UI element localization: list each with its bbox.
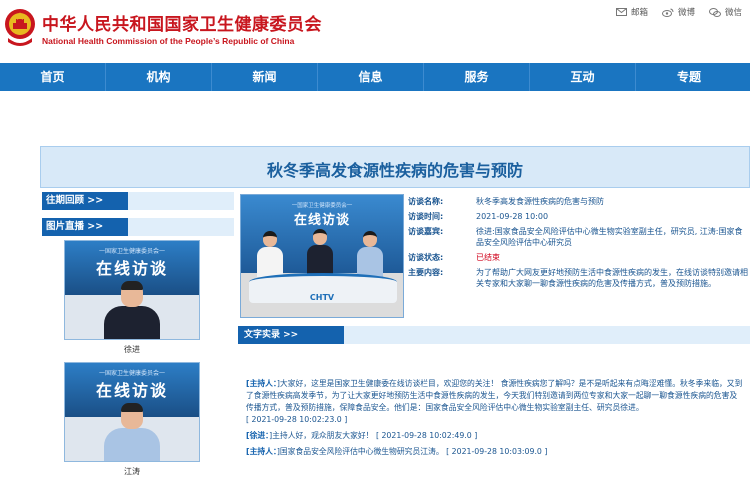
transcript-tab[interactable]: 文字实录 >>: [238, 326, 344, 344]
info-label: 访谈名称:: [408, 197, 444, 206]
info-row-time: 访谈时间: 2021-09-28 10:00: [408, 211, 748, 222]
entry-text: ]国家食品安全风险评估中心微生物研究员江涛。: [276, 447, 444, 456]
info-label: 访谈嘉宾:: [408, 227, 444, 236]
weibo-icon: [661, 8, 674, 17]
weibo-link[interactable]: 微博: [661, 6, 695, 18]
top-links: 邮箱 微博 微信: [615, 6, 742, 18]
info-value: 徐进:国家食品安全风险评估中心微生物实验室副主任，研究员, 江涛:国家食品安全风…: [476, 227, 743, 247]
speaker-label: [主持人：: [246, 447, 277, 456]
mail-link[interactable]: 邮箱: [615, 6, 648, 18]
entry-text: ]大家好，这里是国家卫生健康委在线访谈栏目，欢迎您的关注！ 食源性疾病您了解吗？…: [246, 379, 743, 412]
info-value: 为了帮助广大网友更好地预防生活中食源性疾病的发生，在线访谈特别邀请相关专家和大家…: [476, 268, 748, 288]
mail-icon: [615, 8, 627, 16]
transcript-content: [主持人：]大家好，这里是国家卫生健康委在线访谈栏目，欢迎您的关注！ 食源性疾病…: [238, 346, 750, 482]
nav-organization[interactable]: 机构: [106, 63, 212, 91]
wechat-icon: [708, 7, 721, 17]
info-row-status: 访谈状态: 已结束: [408, 252, 748, 263]
entry-time: [ 2021-09-28 10:02:49.0 ]: [375, 431, 478, 440]
site-header: 中华人民共和国国家卫生健康委员会 National Health Commiss…: [0, 0, 750, 62]
transcript-entry: [徐进：]主持人好，观众朋友大家好！ [ 2021-09-28 10:02:49…: [246, 430, 744, 442]
past-review-bar: [128, 192, 234, 210]
transcript-entry: [主持人：]大家好，这里是国家卫生健康委在线访谈栏目，欢迎您的关注！ 食源性疾病…: [246, 378, 744, 426]
photo-2-big-text: 在线访谈: [95, 381, 168, 400]
interview-video-still[interactable]: 一国家卫生健康委员会一 在线访谈 CHTV: [240, 194, 404, 318]
entry-time: [ 2021-09-28 10:03:09.0 ]: [446, 447, 548, 456]
info-row-content: 主要内容: 为了帮助广大网友更好地预防生活中食源性疾病的发生，在线访谈特别邀请相…: [408, 267, 748, 289]
wechat-link[interactable]: 微信: [708, 6, 742, 18]
interview-title: 秋冬季高发食源性疾病的危害与预防: [266, 161, 523, 180]
photo-1-big-text: 在线访谈: [95, 259, 168, 278]
guest-photo-1[interactable]: 一国家卫生健康委员会一 在线访谈: [64, 240, 200, 340]
info-label: 访谈时间:: [408, 212, 444, 221]
site-title-en: National Health Commission of the People…: [42, 36, 295, 46]
past-review-tab[interactable]: 往期回顾 >>: [42, 192, 128, 210]
photo-2-caption: 江涛: [124, 467, 140, 476]
site-title[interactable]: 中华人民共和国国家卫生健康委员会: [42, 10, 322, 35]
desk-logo: CHTV: [309, 293, 335, 302]
speaker-label: [徐进：: [246, 431, 270, 440]
wechat-label: 微信: [724, 8, 742, 18]
photo-live-bar: [128, 218, 234, 236]
nav-info[interactable]: 信息: [318, 63, 424, 91]
guest-figure: [104, 281, 160, 339]
mail-label: 邮箱: [630, 8, 648, 18]
interview-banner: 秋冬季高发食源性疾病的危害与预防: [40, 146, 750, 188]
nav-interaction[interactable]: 互动: [530, 63, 636, 91]
nav-home[interactable]: 首页: [0, 63, 106, 91]
info-row-guests: 访谈嘉宾: 徐进:国家食品安全风险评估中心微生物实验室副主任，研究员, 江涛:国…: [408, 226, 748, 248]
status-badge: 已结束: [476, 253, 500, 262]
video-big-text: 在线访谈: [293, 213, 350, 228]
main-nav: 首页 机构 新闻 信息 服务 互动 专题: [0, 63, 750, 91]
photo-2-top-text: 一国家卫生健康委员会一: [98, 370, 165, 377]
info-value: 秋冬季高发食源性疾病的危害与预防: [476, 197, 604, 206]
spacer: [0, 91, 750, 145]
video-top-text: 一国家卫生健康委员会一: [291, 203, 353, 209]
photo-1-caption: 徐进: [124, 345, 140, 354]
nav-topics[interactable]: 专题: [636, 63, 742, 91]
photo-1-top-text: 一国家卫生健康委员会一: [98, 248, 165, 255]
sidebar: 往期回顾 >> 图片直播 >> 一国家卫生健康委员会一 在线访谈 徐进 一国家卫…: [40, 190, 236, 482]
national-emblem-icon: [5, 9, 35, 46]
guest-figure-1: [307, 229, 333, 277]
nav-news[interactable]: 新闻: [212, 63, 318, 91]
transcript-header: 文字实录 >>: [238, 326, 750, 344]
interview-info: 一国家卫生健康委员会一 在线访谈 CHTV 访谈名称: 秋冬季高发食源性疾病的危…: [238, 192, 750, 320]
guest-figure-2: [357, 231, 383, 277]
nav-service[interactable]: 服务: [424, 63, 530, 91]
guest-photo-2[interactable]: 一国家卫生健康委员会一 在线访谈: [64, 362, 200, 462]
host-figure: [257, 231, 283, 277]
entry-time: [ 2021-09-28 10:02:23.0 ]: [246, 415, 348, 424]
photo-live-tab[interactable]: 图片直播 >>: [42, 218, 128, 236]
guest-figure: [104, 403, 160, 461]
info-row-name: 访谈名称: 秋冬季高发食源性疾病的危害与预防: [408, 196, 748, 207]
info-label: 访谈状态:: [408, 253, 444, 262]
info-value: 2021-09-28 10:00: [476, 212, 549, 221]
speaker-label: [主持人：: [246, 379, 277, 388]
weibo-label: 微博: [677, 8, 695, 18]
transcript-entry: [主持人：]国家食品安全风险评估中心微生物研究员江涛。 [ 2021-09-28…: [246, 446, 744, 458]
info-rows: 访谈名称: 秋冬季高发食源性疾病的危害与预防 访谈时间: 2021-09-28 …: [408, 196, 748, 293]
info-label: 主要内容:: [408, 268, 444, 277]
entry-text: ]主持人好，观众朋友大家好！: [269, 431, 374, 440]
